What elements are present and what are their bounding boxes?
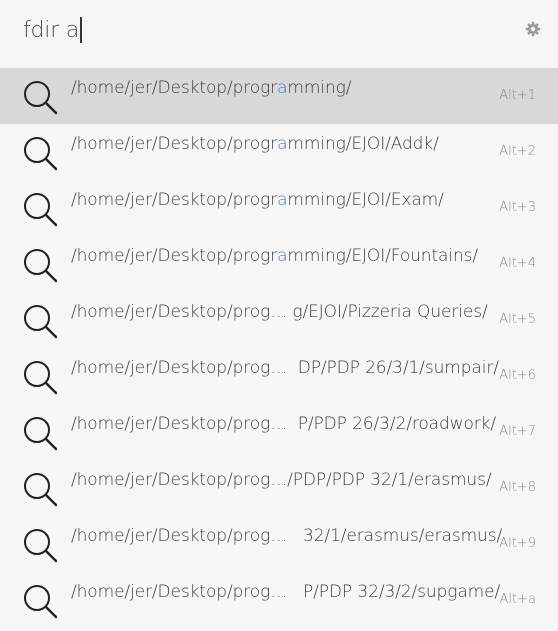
result-path: /home/jer/Desktop/programming/: [71, 78, 351, 98]
path-match-highlight: a: [277, 190, 288, 210]
text-caret: [80, 17, 82, 43]
search-input[interactable]: fdir a: [23, 14, 82, 48]
search-icon: [24, 417, 58, 451]
search-icon: [24, 193, 58, 227]
search-icon: [24, 137, 58, 171]
result-item[interactable]: /home/jer/Desktop/programming/Alt+1: [0, 68, 558, 124]
search-icon: [24, 249, 58, 283]
path-text: /home/jer/Desktop/prog… DP/PDP 26/3/1/su…: [71, 358, 499, 378]
search-query-text: fdir a: [23, 18, 80, 43]
shortcut-label: Alt+9: [499, 536, 536, 551]
gear-icon[interactable]: [525, 21, 541, 37]
shortcut-label: Alt+2: [499, 144, 536, 159]
path-text: /home/jer/Desktop/prog… P/PDP 32/3/2/sup…: [71, 582, 501, 602]
result-path: /home/jer/Desktop/prog…/PDP/PDP 32/1/era…: [71, 470, 492, 490]
path-text: /home/jer/Desktop/progr: [71, 246, 278, 266]
shortcut-label: Alt+8: [499, 480, 536, 495]
path-text: /home/jer/Desktop/progr: [71, 78, 278, 98]
result-item[interactable]: /home/jer/Desktop/prog… P/PDP 32/3/2/sup…: [0, 572, 558, 628]
path-text-rest: mming/EJOI/Fountains/: [287, 246, 479, 266]
search-icon: [24, 585, 58, 619]
search-icon: [24, 473, 58, 507]
shortcut-label: Alt+6: [499, 368, 536, 383]
path-text: /home/jer/Desktop/progr: [71, 190, 278, 210]
result-item[interactable]: /home/jer/Desktop/prog… g/EJOI/Pizzeria …: [0, 292, 558, 348]
result-item[interactable]: /home/jer/Desktop/prog… DP/PDP 26/3/1/su…: [0, 348, 558, 404]
result-path: /home/jer/Desktop/prog… 32/1/erasmus/era…: [71, 526, 502, 546]
result-path: /home/jer/Desktop/programming/EJOI/Exam/: [71, 190, 444, 210]
shortcut-label: Alt+4: [499, 256, 536, 271]
path-match-highlight: a: [277, 78, 288, 98]
path-text-rest: mming/EJOI/Addk/: [287, 134, 439, 154]
search-icon: [24, 305, 58, 339]
result-item[interactable]: /home/jer/Desktop/prog… 32/1/erasmus/era…: [0, 516, 558, 572]
path-text: /home/jer/Desktop/prog…/PDP/PDP 32/1/era…: [71, 470, 492, 490]
result-item[interactable]: /home/jer/Desktop/programming/EJOI/Fount…: [0, 236, 558, 292]
path-match-highlight: a: [277, 246, 288, 266]
path-text: /home/jer/Desktop/prog… g/EJOI/Pizzeria …: [71, 302, 488, 322]
result-path: /home/jer/Desktop/prog… DP/PDP 26/3/1/su…: [71, 358, 499, 378]
search-icon: [24, 529, 58, 563]
result-path: /home/jer/Desktop/programming/EJOI/Fount…: [71, 246, 478, 266]
path-text-rest: mming/: [287, 78, 352, 98]
path-match-highlight: a: [277, 134, 288, 154]
shortcut-label: Alt+3: [499, 200, 536, 215]
result-path: /home/jer/Desktop/programming/EJOI/Addk/: [71, 134, 439, 154]
result-path: /home/jer/Desktop/prog… P/PDP 26/3/2/roa…: [71, 414, 496, 434]
shortcut-label: Alt+7: [499, 424, 536, 439]
path-text: /home/jer/Desktop/progr: [71, 134, 278, 154]
shortcut-label: Alt+5: [499, 312, 536, 327]
result-path: /home/jer/Desktop/prog… g/EJOI/Pizzeria …: [71, 302, 488, 322]
search-icon: [24, 81, 58, 115]
result-item[interactable]: /home/jer/Desktop/programming/EJOI/Exam/…: [0, 180, 558, 236]
path-text: /home/jer/Desktop/prog… P/PDP 26/3/2/roa…: [71, 414, 497, 434]
result-path: /home/jer/Desktop/prog… P/PDP 32/3/2/sup…: [71, 582, 500, 602]
result-item[interactable]: /home/jer/Desktop/programming/EJOI/Addk/…: [0, 124, 558, 180]
shortcut-label: Alt+1: [499, 88, 536, 103]
path-text: /home/jer/Desktop/prog… 32/1/erasmus/era…: [71, 526, 503, 546]
results-list: /home/jer/Desktop/programming/Alt+1/home…: [0, 68, 558, 628]
result-item[interactable]: /home/jer/Desktop/prog…/PDP/PDP 32/1/era…: [0, 460, 558, 516]
path-text-rest: mming/EJOI/Exam/: [287, 190, 444, 210]
search-bar[interactable]: fdir a: [0, 0, 558, 66]
result-item[interactable]: /home/jer/Desktop/prog… P/PDP 26/3/2/roa…: [0, 404, 558, 460]
shortcut-label: Alt+a: [499, 592, 536, 607]
search-icon: [24, 361, 58, 395]
